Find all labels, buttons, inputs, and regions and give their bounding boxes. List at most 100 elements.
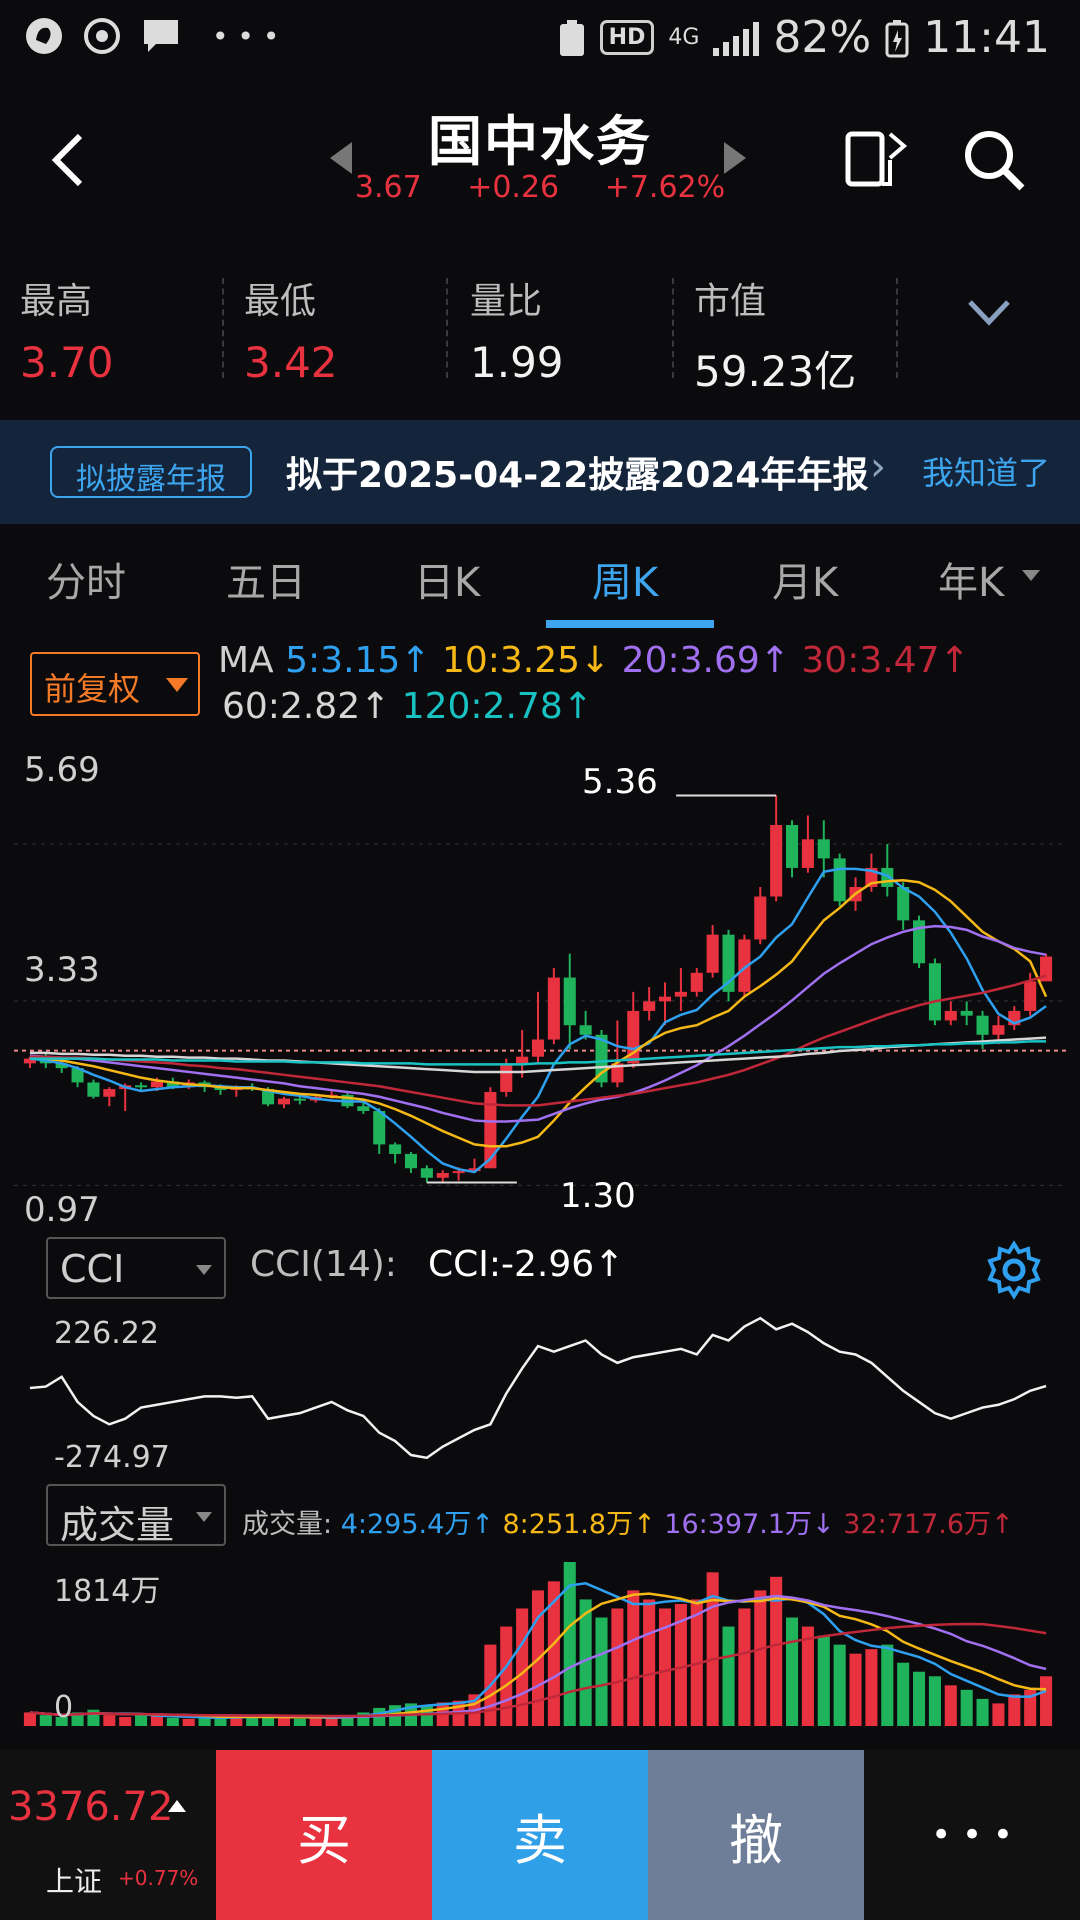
candle-body: [500, 1063, 513, 1092]
volume-selector[interactable]: 成交量: [46, 1484, 226, 1547]
settings-gear-icon[interactable]: [984, 1240, 1044, 1300]
volume-canvas: [23, 1562, 1053, 1726]
kline-chart[interactable]: 5.69 3.33 0.97 5.36 1.30: [14, 744, 1066, 1230]
app-notification-icon: [26, 18, 62, 54]
candle-body: [706, 934, 719, 973]
index-name: 上证: [46, 1865, 103, 1898]
volume-bar: [39, 1715, 52, 1726]
current-price: 3.67: [354, 170, 422, 205]
candle-body: [373, 1111, 386, 1145]
candle-body: [436, 1173, 449, 1178]
volume-bar: [801, 1626, 814, 1726]
chevron-down-icon[interactable]: [966, 298, 1012, 328]
cci-canvas: [29, 1316, 1047, 1460]
candle-body: [293, 1098, 306, 1101]
dismiss-button[interactable]: 我知道了: [922, 448, 1050, 494]
volume-bar: [166, 1717, 179, 1726]
hd-badge: HD: [599, 20, 655, 55]
volume-bar: [785, 1617, 799, 1726]
candle-body: [897, 886, 910, 921]
adjust-dropdown[interactable]: 前复权: [30, 652, 200, 716]
high-marker-label: 5.36: [582, 762, 658, 802]
volume-selector-label: 成交量: [60, 1503, 175, 1547]
candle-body: [150, 1081, 163, 1088]
candle-body: [944, 1010, 957, 1021]
search-icon[interactable]: [962, 128, 1026, 192]
volume-chart[interactable]: 1814万 0: [14, 1556, 1066, 1726]
buy-button[interactable]: 买: [216, 1750, 432, 1920]
stat-value: 1.99: [470, 338, 564, 387]
tab-yearly-k[interactable]: 年K: [938, 550, 1004, 608]
price-change-pct: +7.62%: [604, 170, 726, 205]
stat-label: 最高: [20, 281, 93, 322]
volume-bar: [119, 1716, 132, 1726]
stat-value: 3.70: [20, 338, 114, 387]
volume-bar: [738, 1608, 751, 1726]
tab-intraday[interactable]: 分时: [46, 550, 126, 608]
candle-body: [690, 972, 703, 992]
volume-bar: [643, 1599, 656, 1726]
cancel-order-button[interactable]: 撤: [648, 1750, 864, 1920]
index-value: 3376.72: [8, 1784, 174, 1830]
caret-down-icon: [166, 678, 188, 692]
candle-body: [547, 977, 560, 1040]
candle-body: [452, 1171, 465, 1174]
candle-body: [531, 1039, 545, 1057]
bottom-trade-bar: 3376.72 上证 +0.77% 买 卖 撤 • • •: [0, 1750, 1080, 1920]
volume-y-top: 1814万: [54, 1574, 161, 1609]
notice-tag: 拟披露年报: [50, 446, 252, 498]
stat-low: 最低 3.42: [244, 272, 444, 387]
candle-body: [976, 1015, 989, 1035]
chevron-right-icon[interactable]: ›: [870, 444, 886, 490]
tab-five-day[interactable]: 五日: [226, 550, 306, 608]
candle-body: [833, 858, 846, 902]
vol-ma16-value: 16:397.1万↓: [664, 1509, 835, 1540]
notice-text[interactable]: 拟于2025-04-22披露2024年年报: [286, 446, 868, 498]
stat-label: 量比: [470, 281, 543, 322]
volume-bar: [881, 1644, 894, 1726]
tab-monthly-k[interactable]: 月K: [772, 550, 838, 608]
volume-bar: [833, 1644, 846, 1726]
candle-body: [770, 825, 783, 897]
more-button[interactable]: • • •: [864, 1750, 1080, 1920]
stat-label: 市值: [694, 281, 767, 322]
caret-down-icon: [196, 1512, 212, 1522]
tab-daily-k[interactable]: 日K: [414, 550, 480, 608]
volume-bar: [849, 1653, 862, 1726]
cci-chart[interactable]: 226.22 -274.97: [14, 1308, 1066, 1478]
cci-indicator-bar: CCI CCI(14): CCI:-2.96↑: [14, 1232, 1066, 1312]
divider: [672, 278, 674, 378]
volume-bar: [595, 1617, 608, 1726]
volume-indicator-bar: 成交量 成交量: 4:295.4万↑ 8:251.8万↑ 16:397.1万↓ …: [14, 1480, 1066, 1556]
period-tabs: 分时 五日 日K 周K 月K 年K: [0, 530, 1080, 630]
volume-y-bottom: 0: [54, 1690, 74, 1725]
switch-screen-icon[interactable]: [844, 128, 908, 190]
candle-body: [658, 996, 672, 1002]
y-axis-top: 5.69: [24, 750, 100, 790]
cci-selector[interactable]: CCI: [46, 1237, 226, 1299]
ma30-value: 30:3.47↑: [801, 640, 970, 681]
volume-bar: [817, 1635, 830, 1726]
candle-body: [87, 1082, 100, 1097]
more-notifications-icon: • • •: [212, 19, 280, 53]
next-stock-icon[interactable]: [722, 138, 748, 178]
price-line: 3.67 +0.26 +7.62%: [0, 170, 1080, 205]
ma120-value: 120:2.78↑: [401, 686, 593, 727]
cci-line: [29, 1316, 1047, 1460]
volume-bar: [611, 1608, 624, 1726]
candle-body: [389, 1144, 402, 1154]
volume-bar: [928, 1676, 941, 1726]
stock-name: 国中水务: [428, 110, 652, 173]
cci-value: CCI:-2.96↑: [428, 1244, 625, 1285]
divider: [896, 278, 898, 378]
stat-label: 最低: [244, 281, 317, 322]
caret-down-icon[interactable]: [1020, 568, 1042, 584]
status-bar: • • • HD 4G 82% 11:41: [0, 0, 1080, 82]
ma-line-1: MA 5:3.15↑ 10:3.25↓ 20:3.69↑ 30:3.47↑: [218, 640, 970, 681]
low-marker-label: 1.30: [560, 1176, 636, 1216]
volume-bar: [277, 1717, 291, 1726]
tab-weekly-k[interactable]: 周K: [592, 550, 658, 608]
sync-icon: [84, 18, 120, 54]
sell-button[interactable]: 卖: [432, 1750, 648, 1920]
volume-bar: [1040, 1676, 1053, 1726]
